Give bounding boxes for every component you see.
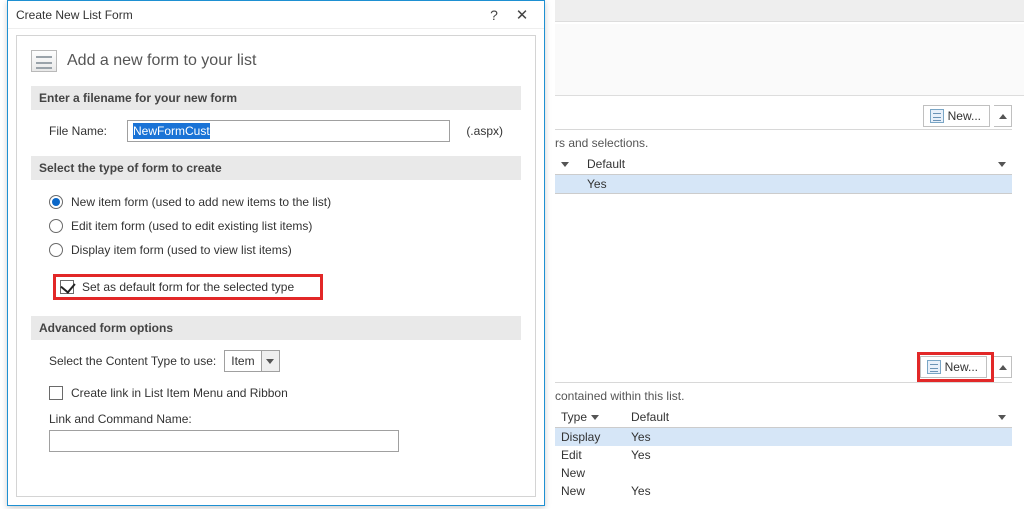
advanced-section-header: Advanced form options [31,316,521,340]
forms-row-type: Display [555,428,625,446]
chevron-down-icon [998,162,1006,167]
filename-value: NewFormCust [133,123,210,139]
bg-titlebar [555,0,1024,22]
bg-ribbon [555,24,1024,96]
form-icon [31,50,57,72]
forms-col-default[interactable]: Default [625,407,1012,427]
forms-row-type: Edit [555,446,625,464]
forms-row[interactable]: Display Yes [555,428,1012,446]
filename-row: File Name: NewFormCust (.aspx) [49,120,503,142]
new-button-lower-label: New... [945,360,978,374]
dialog-title: Create New List Form [16,8,133,22]
radio-icon [49,243,63,257]
forms-col-type[interactable]: Type [555,407,625,427]
upper-col-default[interactable]: Default [581,154,1012,174]
help-button[interactable]: ? [480,5,508,25]
filename-ext: (.aspx) [466,124,503,138]
radio-display-label: Display item form (used to view list ite… [71,243,292,257]
forms-row-default: Yes [625,482,1012,500]
content-type-label: Select the Content Type to use: [49,354,216,368]
dropdown-caret [261,351,279,371]
filename-label: File Name: [49,124,117,138]
new-button-upper[interactable]: New... [923,105,990,127]
radio-edit-label: Edit item form (used to edit existing li… [71,219,312,233]
upper-grid-header: Default [555,154,1012,175]
upper-col-expander[interactable] [555,154,581,174]
dialog-body: Add a new form to your list Enter a file… [16,35,536,497]
content-type-value: Item [225,354,260,368]
forms-row[interactable]: New [555,464,1012,482]
upper-grid: Default Yes [555,154,1012,194]
create-link-checkbox-row[interactable]: Create link in List Item Menu and Ribbon [49,382,503,404]
checkbox-create-link[interactable] [49,386,63,400]
link-command-input[interactable] [49,430,399,452]
chevron-down-icon [561,162,569,167]
chevron-down-icon [998,415,1006,420]
chevron-down-icon [266,359,274,364]
chevron-up-icon [999,365,1007,370]
form-icon [930,109,944,123]
forms-row-type: New [555,482,625,500]
close-button[interactable]: ✕ [508,5,536,25]
form-icon [927,360,941,374]
formtype-section-header: Select the type of form to create [31,156,521,180]
forms-grid-header: Type Default [555,407,1012,428]
new-button-upper-label: New... [948,109,981,123]
radio-icon [49,195,63,209]
collapse-button-lower[interactable] [994,356,1012,378]
link-command-label: Link and Command Name: [49,412,503,426]
upper-row-value: Yes [581,175,1012,193]
forms-row-default: Yes [625,428,1012,446]
forms-row[interactable]: Edit Yes [555,446,1012,464]
bg-section-lower: New... contained within this list. Type … [555,352,1012,505]
checkbox-set-default[interactable] [60,280,74,294]
upper-col-default-label: Default [587,157,625,171]
forms-grid: Type Default Display Yes Edit Yes New [555,407,1012,500]
set-default-highlight: Set as default form for the selected typ… [53,274,323,300]
forms-row-type: New [555,464,625,482]
new-button-lower[interactable]: New... [920,356,987,378]
content-type-select[interactable]: Item [224,350,279,372]
dialog-heading-row: Add a new form to your list [31,50,521,72]
forms-row-default: Yes [625,446,1012,464]
chevron-down-icon [591,415,599,420]
dialog-heading: Add a new form to your list [67,52,256,70]
lower-hint-text: contained within this list. [555,389,1012,403]
upper-hint-text: rs and selections. [555,136,1012,150]
radio-new-item[interactable]: New item form (used to add new items to … [49,190,503,214]
forms-row[interactable]: New Yes [555,482,1012,500]
upper-grid-row[interactable]: Yes [555,175,1012,193]
dialog-titlebar: Create New List Form ? ✕ [8,1,544,29]
forms-row-default [625,464,1012,482]
forms-col-default-label: Default [631,410,669,424]
forms-col-type-label: Type [561,410,587,424]
radio-edit-item[interactable]: Edit item form (used to edit existing li… [49,214,503,238]
chevron-up-icon [999,114,1007,119]
create-new-list-form-dialog: Create New List Form ? ✕ Add a new form … [7,0,545,506]
set-default-label: Set as default form for the selected typ… [82,280,294,294]
bg-section-upper: New... rs and selections. Default Yes [555,103,1012,345]
new-button-highlight: New... [917,352,994,382]
radio-icon [49,219,63,233]
radio-new-label: New item form (used to add new items to … [71,195,331,209]
collapse-button-upper[interactable] [994,105,1012,127]
filename-input[interactable]: NewFormCust [127,120,450,142]
filename-section-header: Enter a filename for your new form [31,86,521,110]
create-link-label: Create link in List Item Menu and Ribbon [71,386,288,400]
radio-display-item[interactable]: Display item form (used to view list ite… [49,238,503,262]
